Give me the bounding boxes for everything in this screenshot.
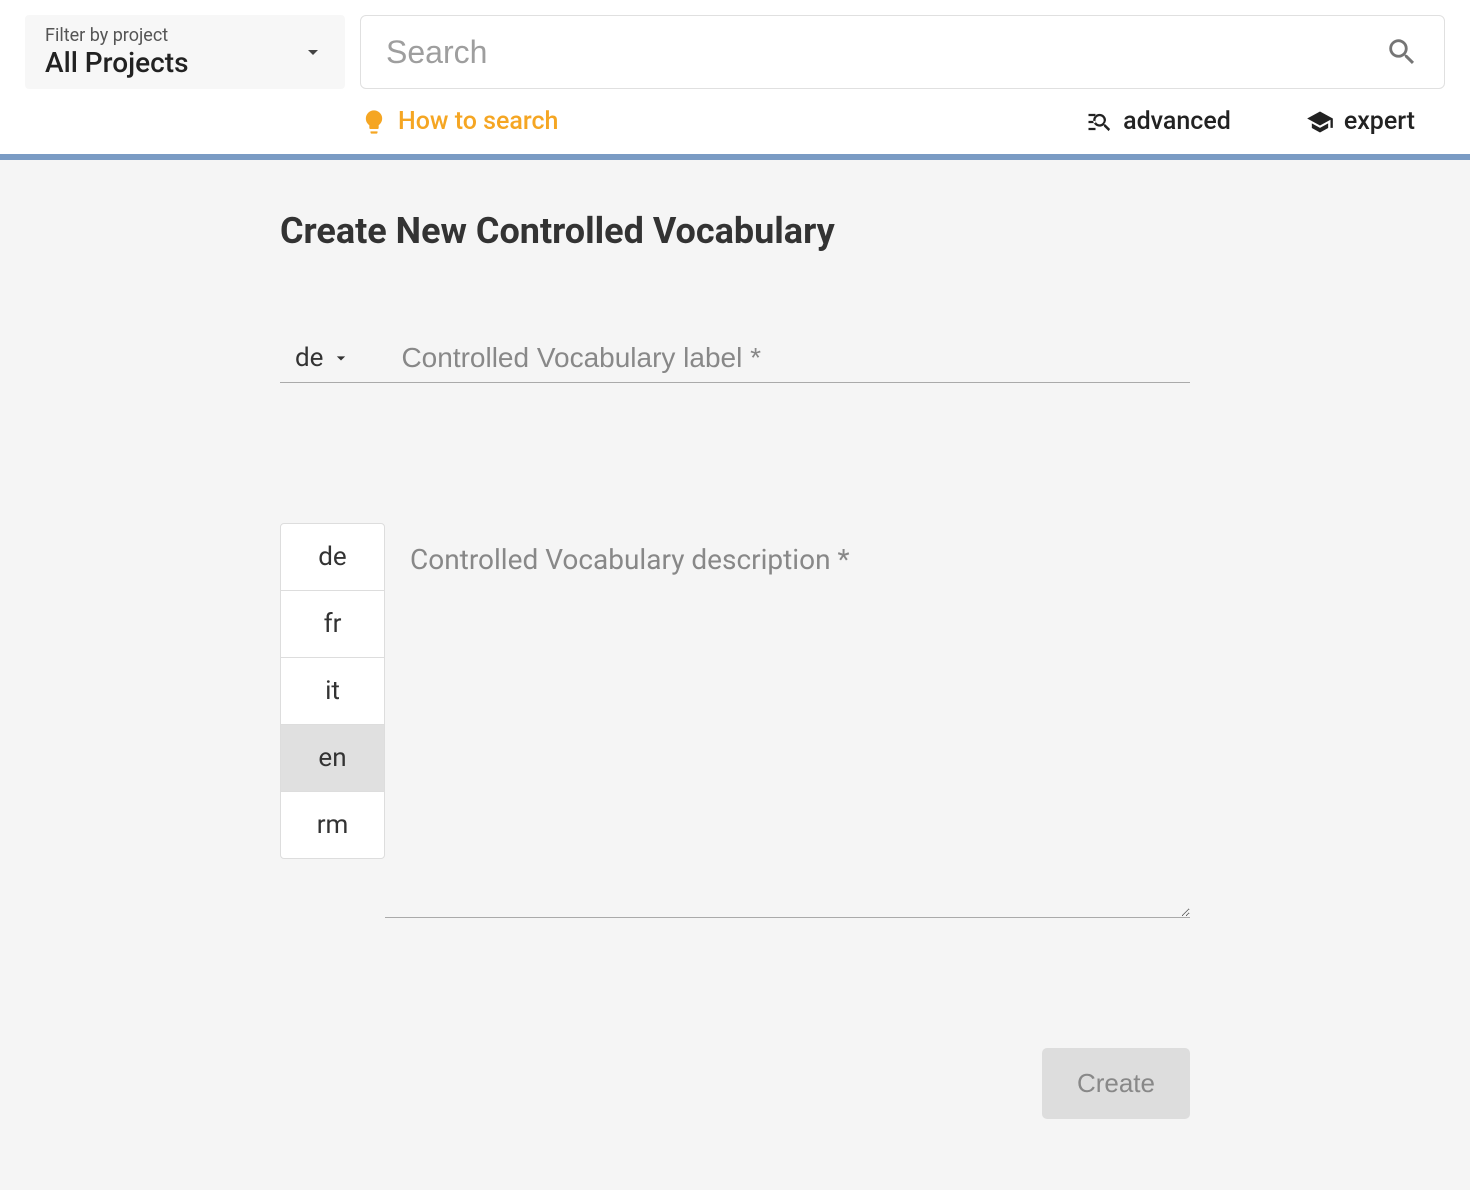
vocabulary-label-input[interactable] — [366, 342, 1190, 374]
create-button[interactable]: Create — [1042, 1048, 1190, 1119]
page-title: Create New Controlled Vocabulary — [280, 210, 1190, 252]
label-language-value: de — [295, 343, 323, 373]
search-box — [360, 15, 1445, 89]
advanced-search-link[interactable]: advanced — [1085, 107, 1231, 136]
vocabulary-label-row: de — [280, 342, 1190, 383]
description-language-list: de fr it en rm — [280, 523, 385, 859]
lang-option-de[interactable]: de — [281, 524, 384, 591]
lang-option-en[interactable]: en — [281, 725, 384, 792]
lang-option-rm[interactable]: rm — [281, 792, 384, 858]
chevron-down-icon — [331, 348, 351, 368]
chevron-down-icon — [301, 40, 325, 64]
header-top: Filter by project All Projects — [25, 15, 1445, 89]
advanced-search-label: advanced — [1123, 107, 1231, 136]
button-row: Create — [280, 1048, 1190, 1119]
search-icon[interactable] — [1385, 35, 1419, 69]
filter-label: Filter by project — [45, 25, 188, 46]
filter-value: All Projects — [45, 46, 188, 79]
how-to-search-label: How to search — [398, 107, 558, 136]
vocabulary-description-row: de fr it en rm — [280, 523, 1190, 918]
lang-option-fr[interactable]: fr — [281, 591, 384, 658]
header: Filter by project All Projects How to se… — [0, 0, 1470, 154]
main-content: Create New Controlled Vocabulary de de f… — [0, 160, 1470, 1169]
expert-search-link[interactable]: expert — [1306, 107, 1415, 136]
expert-icon — [1306, 108, 1334, 136]
filter-text: Filter by project All Projects — [45, 25, 188, 79]
how-to-search-link[interactable]: How to search — [360, 107, 558, 136]
project-filter-dropdown[interactable]: Filter by project All Projects — [25, 15, 345, 89]
lightbulb-icon — [360, 108, 388, 136]
expert-search-label: expert — [1344, 107, 1415, 136]
vocabulary-description-input[interactable] — [385, 523, 1190, 918]
label-language-selector[interactable]: de — [280, 343, 366, 373]
lang-option-it[interactable]: it — [281, 658, 384, 725]
search-input[interactable] — [386, 34, 1385, 71]
header-links: How to search advanced expert — [360, 89, 1445, 154]
advanced-search-icon — [1085, 108, 1113, 136]
